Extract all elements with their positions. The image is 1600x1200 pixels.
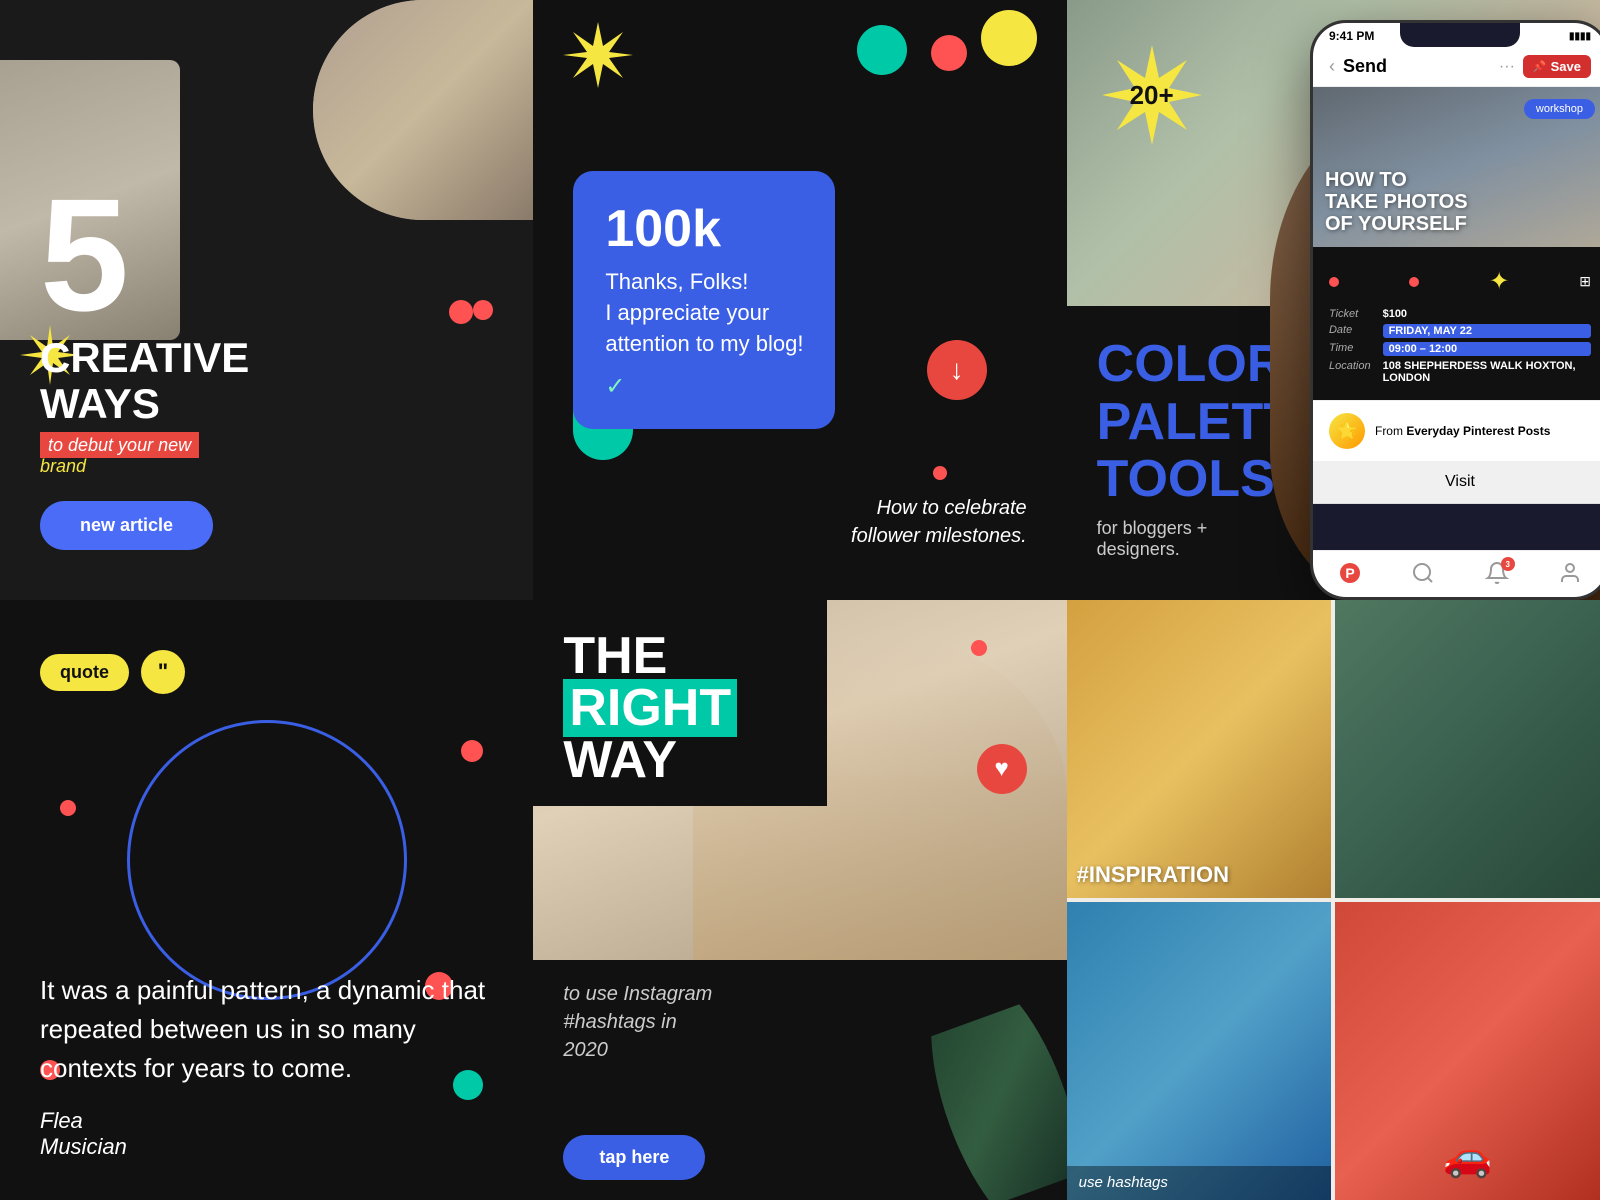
phone-starburst: ✦ — [1489, 267, 1509, 296]
tab-notifications[interactable]: 3 — [1485, 561, 1509, 591]
card-2-100k: 100k Thanks, Folks! I appreciate your at… — [533, 0, 1066, 600]
phone-from-section: 🌟 From Everyday Pinterest Posts — [1313, 400, 1600, 461]
phone-notch — [1400, 23, 1520, 47]
dot-teal — [857, 25, 907, 75]
card2-arrow: ↓ — [927, 340, 987, 400]
card1-brand: brand — [40, 456, 86, 476]
phone-nav-bar: ‹ Send ··· 📌 Save — [1313, 47, 1600, 87]
card5-heart-icon: ♥ — [977, 744, 1027, 794]
phone-hero-image: workshop HOW TO TAKE PHOTOS OF YOURSELF — [1313, 87, 1600, 247]
card2-checkmark: ✓ — [605, 372, 803, 401]
dot-red-phone — [1329, 277, 1339, 287]
phone-back-arrow[interactable]: ‹ — [1329, 56, 1335, 77]
card1-new-article-button[interactable]: new article — [40, 501, 213, 550]
card1-title: CREATIVE WAYS — [40, 335, 493, 427]
card3-badge: 20+ — [1097, 40, 1207, 150]
card6-red-car: 🚗 — [1335, 1133, 1600, 1180]
card-1-creative-ways: 5 CREATIVE WAYS to debut your new brand … — [0, 0, 533, 600]
phone-visit-button[interactable]: Visit — [1313, 461, 1600, 504]
card6-cell-3: use hashtags — [1067, 902, 1332, 1200]
phone-from-text: From Everyday Pinterest Posts — [1375, 424, 1550, 438]
phone-event-details: ✦ ⊞ Ticket $100 Date FRIDAY, MAY 22 Time… — [1313, 247, 1600, 400]
card-4-quote: quote " It was a painful pattern, a dyna… — [0, 600, 533, 1200]
card2-footer-text: How to celebrate follower milestones. — [851, 494, 1027, 550]
phone-date-value: FRIDAY, MAY 22 — [1383, 324, 1591, 338]
phone-time: 9:41 PM — [1329, 29, 1374, 43]
star-burst-top — [563, 20, 633, 95]
phone-event-header: ✦ ⊞ — [1329, 263, 1591, 304]
tab-search[interactable] — [1411, 561, 1435, 591]
phone-more-options[interactable]: ··· — [1499, 58, 1515, 76]
cell2-content — [1335, 600, 1600, 898]
card5-bottom-section: to use Instagram #hashtags in 2020 tap h… — [533, 960, 1066, 1200]
card5-dot-1 — [971, 640, 987, 656]
phone-ticket-label: Ticket — [1329, 308, 1371, 320]
card1-highlight: to debut your new — [40, 432, 199, 458]
card4-quote-badge-group: quote " — [40, 650, 185, 694]
card2-message: Thanks, Folks! I appreciate your attenti… — [605, 267, 803, 359]
phone-time-value: 09:00 – 12:00 — [1383, 342, 1591, 356]
card6-cell-1: #INSPIRATION — [1067, 600, 1332, 898]
cell1-content: #INSPIRATION — [1067, 600, 1332, 898]
dot-red — [931, 35, 967, 71]
card6-cell-4: 🚗 — [1335, 902, 1600, 1200]
pin-icon: 📌 — [1533, 60, 1547, 73]
card6-cell-2 — [1335, 600, 1600, 898]
tab-profile[interactable] — [1558, 561, 1582, 591]
card-5-right-way: THE RIGHT WAY ♥ to use Instagram #hashta… — [533, 600, 1066, 1200]
phone-send-label: Send — [1343, 56, 1499, 77]
phone-time-label: Time — [1329, 342, 1371, 356]
card5-title-block: THE RIGHT WAY — [533, 600, 826, 806]
dot-red-phone-2 — [1409, 277, 1419, 287]
card4-circle-decoration — [127, 720, 407, 1000]
card6-use-hashtags: use hashtags — [1067, 1166, 1332, 1200]
notification-badge: 3 — [1501, 557, 1515, 571]
card-3-color-palette: 20+ COLOR PALETTE TOOLS for bloggers + d… — [1067, 0, 1600, 600]
tab-pinterest[interactable]: P — [1338, 561, 1362, 591]
card5-tap-here-button[interactable]: tap here — [563, 1135, 705, 1180]
card4-quote-icon: " — [141, 650, 185, 694]
phone-ticket-value: $100 — [1383, 308, 1591, 320]
card4-dot-1 — [461, 740, 483, 762]
phone-frame: 9:41 PM ▮▮▮▮ ‹ Send ··· 📌 Save workshop … — [1310, 20, 1600, 600]
phone-hero-title: HOW TO TAKE PHOTOS OF YOURSELF — [1325, 169, 1468, 235]
card4-quote-label: quote — [40, 654, 129, 691]
phone-expand-icon[interactable]: ⊞ — [1579, 273, 1591, 290]
card5-top-section: THE RIGHT WAY ♥ — [533, 600, 1066, 960]
phone-container: 9:41 PM ▮▮▮▮ ‹ Send ··· 📌 Save workshop … — [1220, 0, 1600, 600]
phone-location-value: 108 SHEPHERDESS WALK HOXTON, LONDON — [1383, 360, 1591, 384]
phone-save-button[interactable]: 📌 Save — [1523, 55, 1591, 78]
card1-big-number: 5 — [40, 175, 493, 335]
card6-hashtag-text: #INSPIRATION — [1077, 862, 1229, 888]
card4-quote-text: It was a painful pattern, a dynamic that… — [40, 971, 493, 1088]
card5-leaf-decoration — [917, 1020, 1067, 1200]
dot-yellow — [981, 10, 1037, 66]
card2-bubble: 100k Thanks, Folks! I appreciate your at… — [573, 171, 835, 428]
card5-title: THE RIGHT WAY — [563, 630, 796, 786]
card1-subtitle-block: to debut your new brand — [40, 435, 493, 477]
card4-dot-2 — [60, 800, 76, 816]
phone-location-label: Location — [1329, 360, 1371, 384]
card4-person-name: Flea Musician — [40, 1108, 493, 1160]
card-6-inspiration: #INSPIRATION use hashtags 🚗 — [1067, 600, 1600, 1200]
phone-avatar: 🌟 — [1329, 413, 1365, 449]
phone-battery: ▮▮▮▮ — [1569, 31, 1591, 42]
dot-red-3 — [933, 466, 947, 480]
svg-text:P: P — [1345, 565, 1354, 581]
phone-date-label: Date — [1329, 324, 1371, 338]
phone-workshop-badge: workshop — [1524, 99, 1595, 119]
card2-100k-text: 100k — [605, 199, 803, 259]
phone-tab-bar: P 3 — [1313, 550, 1600, 597]
